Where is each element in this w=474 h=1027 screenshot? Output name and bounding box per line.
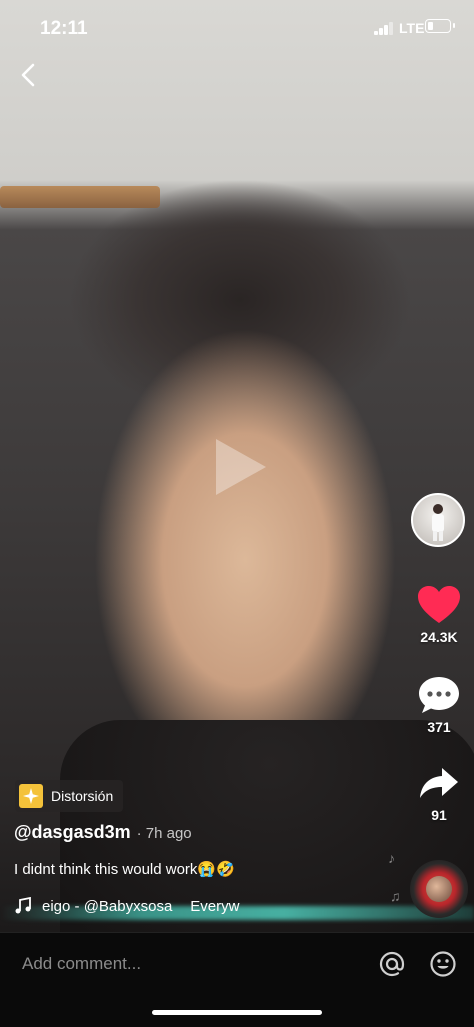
username-link[interactable]: @dasgasd3m	[14, 822, 131, 843]
share-button[interactable]: 91	[409, 765, 469, 823]
heart-icon	[418, 586, 460, 623]
comment-count: 371	[427, 719, 451, 735]
mention-at-icon[interactable]	[377, 949, 407, 979]
video-frame-couch	[0, 186, 160, 208]
sparkle-effect-icon	[19, 784, 43, 808]
music-note-icon	[15, 897, 31, 914]
battery-icon	[425, 19, 455, 33]
post-caption: I didnt think this would work😭🤣	[14, 861, 235, 878]
music-info[interactable]: eigo - @Babyxsosa Everyw	[14, 894, 394, 918]
music-disc[interactable]	[410, 860, 468, 918]
comment-bar	[0, 932, 474, 1027]
music-track-name-continued: Everyw	[190, 897, 240, 915]
effect-label: Distorsión	[51, 788, 114, 804]
back-chevron-icon[interactable]	[14, 60, 44, 90]
comment-input[interactable]	[20, 953, 324, 975]
post-time: · 7h ago	[136, 825, 192, 842]
status-time: 12:11	[40, 18, 88, 39]
post-meta: @dasgasd3m · 7h ago	[14, 822, 192, 843]
share-count: 91	[431, 807, 447, 823]
effect-chip[interactable]: Distorsión	[15, 780, 124, 812]
music-track-text: eigo - @Babyxsosa Everyw	[42, 898, 282, 915]
creator-avatar[interactable]	[411, 493, 465, 547]
network-type: LTE	[399, 20, 425, 36]
status-bar: 12:11 LTE	[0, 0, 474, 56]
like-count: 24.3K	[420, 629, 458, 645]
battery-level	[428, 22, 433, 30]
avatar-person-icon	[432, 504, 444, 541]
signal-icon	[374, 22, 394, 35]
floating-note-icon: ♪	[388, 850, 395, 866]
comment-button[interactable]: 371	[409, 675, 469, 735]
share-arrow-icon	[420, 768, 458, 798]
floating-note-icon: ♫	[390, 888, 401, 904]
emoji-icon[interactable]	[428, 949, 458, 979]
music-track-name: eigo - @Babyxsosa	[42, 897, 173, 915]
home-indicator[interactable]	[152, 1010, 322, 1015]
comment-bubble-icon	[419, 677, 459, 713]
play-icon[interactable]	[210, 435, 270, 499]
like-button[interactable]: 24.3K	[409, 585, 469, 645]
